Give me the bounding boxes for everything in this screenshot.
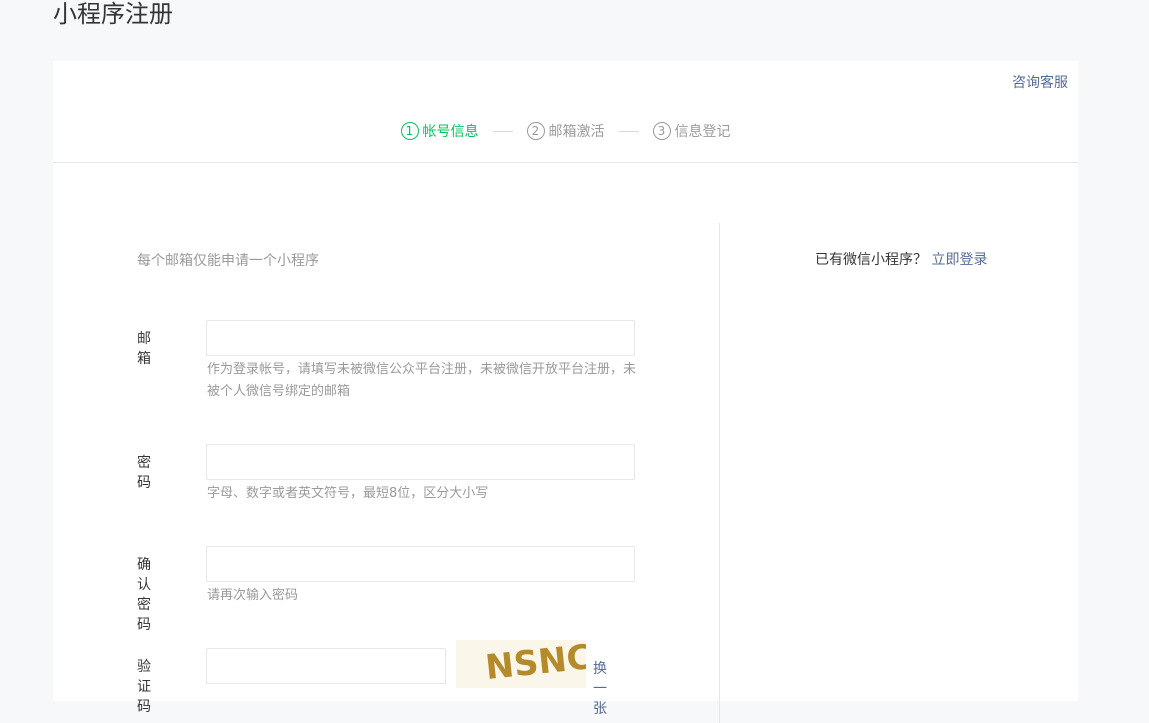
- email-input[interactable]: [206, 320, 635, 356]
- form-intro: 每个邮箱仅能申请一个小程序: [137, 253, 319, 269]
- captcha-label: 验证码: [137, 659, 151, 715]
- confirm-password-hint: 请再次输入密码: [207, 588, 299, 603]
- step-account-info: 1 帐号信息: [400, 121, 479, 141]
- password-label: 密码: [137, 455, 151, 491]
- step-email-activation: 2 邮箱激活: [526, 121, 605, 141]
- login-link[interactable]: 立即登录: [931, 252, 987, 268]
- column-divider: [719, 223, 720, 723]
- confirm-password-label: 确认密码: [137, 557, 151, 633]
- step-label-1: 帐号信息: [422, 124, 479, 140]
- captcha-text: NSNC: [484, 640, 586, 688]
- register-card: 咨询客服 1 帐号信息 2 邮箱激活 3 信息登记 每个邮箱仅能申请一个小程序 …: [53, 61, 1078, 723]
- step-separator: [618, 130, 639, 132]
- email-label: 邮箱: [137, 331, 151, 367]
- aside-login: 已有微信小程序？ 立即登录: [815, 249, 987, 269]
- aside-question: 已有微信小程序？: [815, 252, 927, 268]
- page-title: 小程序注册: [53, 0, 173, 28]
- step-label-2: 邮箱激活: [548, 124, 605, 140]
- steps-divider: [53, 162, 1078, 163]
- confirm-password-input[interactable]: [206, 546, 635, 582]
- step-info-registration: 3 信息登记: [652, 121, 731, 141]
- password-input[interactable]: [206, 444, 635, 480]
- captcha-graphic: NSNC: [484, 640, 586, 688]
- captcha-input[interactable]: [206, 648, 446, 684]
- step-label-3: 信息登记: [674, 124, 731, 140]
- consult-service-link[interactable]: 咨询客服: [1012, 72, 1068, 92]
- step-separator: [492, 130, 513, 132]
- email-hint: 作为登录帐号，请填写未被微信公众平台注册，未被微信开放平台注册，未被个人微信号绑…: [207, 362, 637, 399]
- captcha-image[interactable]: NSNC: [456, 640, 586, 688]
- step-indicator: 1 帐号信息 2 邮箱激活 3 信息登记: [53, 121, 1078, 141]
- captcha-refresh-link[interactable]: 换一张: [593, 658, 607, 718]
- password-hint: 字母、数字或者英文符号，最短8位，区分大小写: [207, 486, 489, 501]
- step-number-2: 2: [526, 122, 545, 140]
- step-number-1: 1: [400, 122, 419, 140]
- step-number-3: 3: [652, 122, 671, 140]
